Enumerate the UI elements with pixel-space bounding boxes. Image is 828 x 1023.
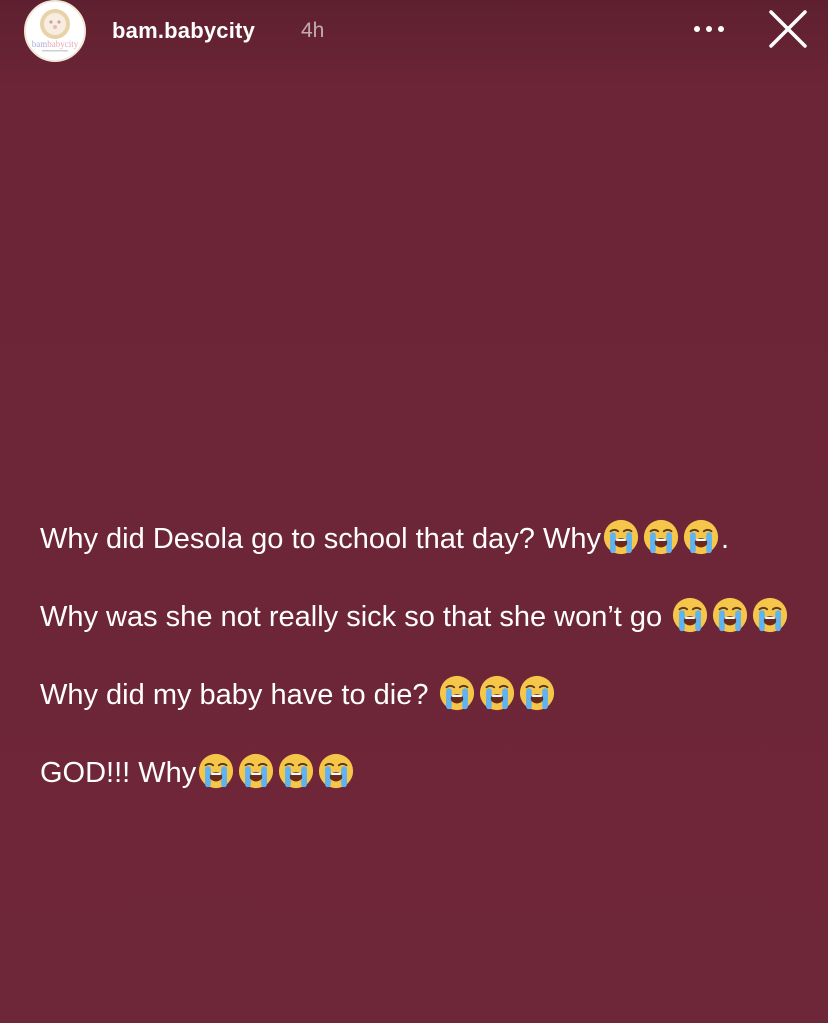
loudly-crying-face-emoji-icon [518, 674, 556, 712]
loudly-crying-face-emoji-icon [237, 752, 275, 790]
loudly-crying-face-emoji-icon [671, 596, 709, 634]
loudly-crying-face-emoji-icon [438, 674, 476, 712]
svg-text:bambabycity: bambabycity [32, 39, 79, 49]
loudly-crying-face-emoji-icon [478, 674, 516, 712]
story-text: Why did Desola go to school that day? Wh… [40, 518, 800, 794]
profile-avatar[interactable]: bambabycity [24, 0, 86, 62]
loudly-crying-face-emoji-icon [197, 752, 235, 790]
loudly-crying-face-emoji-icon [751, 596, 789, 634]
loudly-crying-face-emoji-icon [711, 596, 749, 634]
more-options-button[interactable] [690, 14, 728, 44]
story-paragraph-text: Why was she not really sick so that she … [40, 601, 671, 633]
story-paragraph-text: GOD!!! Why [40, 757, 197, 789]
close-x-icon [769, 10, 807, 48]
close-button[interactable] [764, 8, 812, 52]
username[interactable]: bam.babycity [112, 18, 255, 44]
loudly-crying-face-emoji-icon [642, 518, 680, 556]
loudly-crying-face-emoji-icon [682, 518, 720, 556]
brand-logo: bambabycity [26, 2, 84, 60]
story-viewer: bambabycity bam.babycity 4h Why did Deso… [0, 0, 828, 1023]
post-time: 4h [301, 19, 325, 42]
story-paragraph: GOD!!! Why [40, 752, 800, 794]
loudly-crying-face-emoji-icon [602, 518, 640, 556]
story-paragraph-suffix: . [720, 523, 730, 555]
story-paragraph-text: Why did Desola go to school that day? Wh… [40, 523, 601, 555]
story-paragraph: Why did my baby have to die? [40, 674, 800, 716]
more-dots-icon [694, 26, 724, 32]
loudly-crying-face-emoji-icon [277, 752, 315, 790]
story-header: bambabycity bam.babycity 4h [0, 0, 828, 64]
story-paragraph: Why did Desola go to school that day? Wh… [40, 518, 800, 560]
story-paragraph-text: Why did my baby have to die? [40, 679, 437, 711]
loudly-crying-face-emoji-icon [317, 752, 355, 790]
story-paragraph: Why was she not really sick so that she … [40, 596, 800, 638]
